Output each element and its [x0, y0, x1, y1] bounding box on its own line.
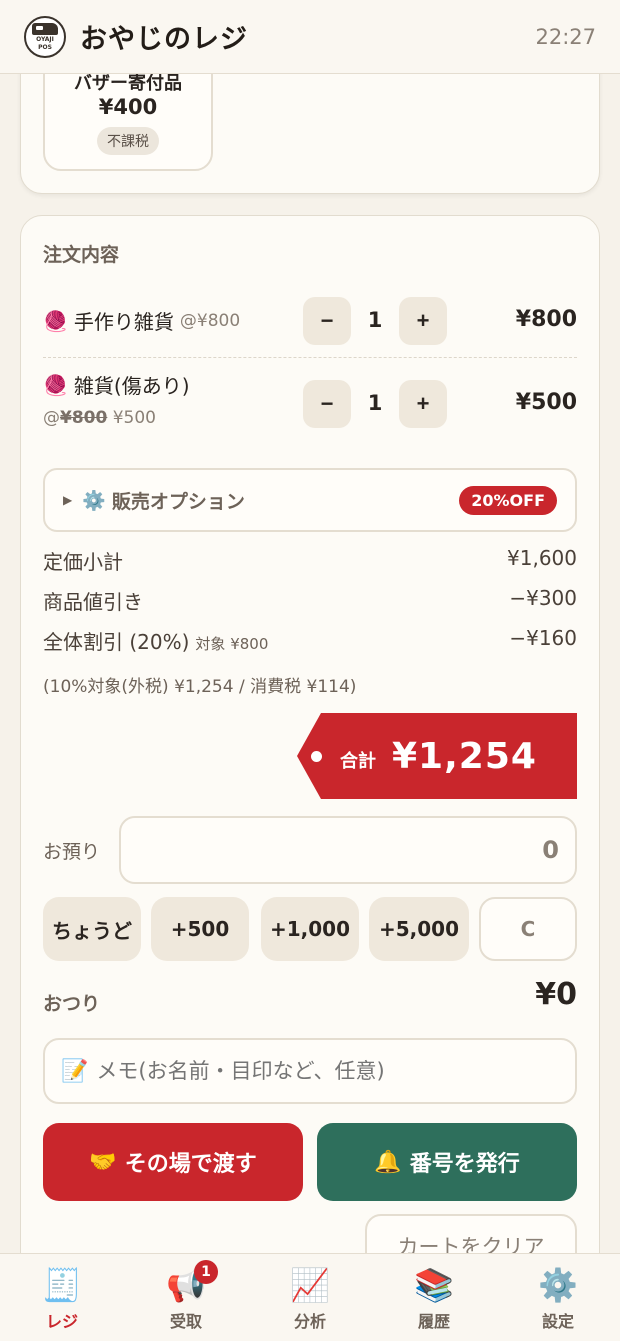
chart-icon: 📈: [290, 1266, 330, 1304]
item-unit-price: @¥800: [179, 310, 241, 331]
overall-discount-target: 対象 ¥800: [195, 635, 269, 653]
clear-deposit-button[interactable]: C: [479, 897, 577, 961]
overall-discount-value: −¥160: [509, 626, 577, 650]
add-5000-button[interactable]: +5,000: [369, 897, 469, 961]
list-subtotal-row: 定価小計 ¥1,600: [43, 546, 577, 575]
logo-text-1: OYAJI: [36, 35, 54, 43]
total-tag: 合計 ¥1,254: [297, 713, 577, 799]
list-subtotal-value: ¥1,600: [507, 546, 577, 570]
options-label: 販売オプション: [111, 490, 245, 513]
handshake-icon: 🤝: [89, 1149, 117, 1175]
pickup-count-badge: 1: [194, 1260, 218, 1284]
overall-discount-row: 全体割引 (20%) 対象 ¥800 −¥160: [43, 626, 577, 655]
item-line-total: ¥500: [515, 390, 577, 415]
unit-prefix: @: [43, 408, 60, 428]
nav-label: レジ: [45, 1312, 78, 1331]
change-label: おつり: [43, 993, 101, 1015]
bottom-nav: 🧾 レジ 📢 1 受取 📈 分析 📚 履歴 ⚙️ 設定: [0, 1253, 620, 1341]
memo-icon: 📝: [61, 1058, 89, 1084]
expand-triangle-icon: ▶: [63, 493, 73, 507]
nav-register[interactable]: 🧾 レジ: [0, 1254, 124, 1341]
app-header: OYAJI POS おやじのレジ 22:27: [0, 0, 620, 74]
app-logo: OYAJI POS: [24, 15, 66, 58]
order-item: 🧶 雑貨(傷あり) @¥800 ¥500 − 1 + ¥500: [43, 366, 577, 446]
item-qty: 1: [367, 391, 383, 415]
order-item: 🧶 手作り雑貨 @¥800 − 1 + ¥800: [43, 296, 577, 358]
change-value: ¥0: [535, 977, 577, 1012]
clock: 22:27: [535, 24, 596, 49]
nav-history[interactable]: 📚 履歴: [372, 1254, 496, 1341]
bell-icon: 🔔: [374, 1149, 402, 1175]
order-title: 注文内容: [43, 244, 120, 266]
memo-input[interactable]: [96, 1059, 557, 1083]
item-line-total: ¥800: [515, 307, 577, 332]
decrease-qty-button[interactable]: −: [303, 380, 351, 428]
memo-field[interactable]: 📝: [43, 1038, 577, 1104]
order-card: 注文内容 🧶 手作り雑貨 @¥800 − 1 + ¥800 🧶 雑貨(傷あり) …: [20, 215, 600, 1315]
increase-qty-button[interactable]: +: [399, 297, 447, 345]
gear-icon: ⚙️: [538, 1266, 578, 1304]
sales-options-toggle[interactable]: ▶ ⚙️ 販売オプション 20%OFF: [43, 468, 577, 532]
item-price-detail: @¥800 ¥500: [43, 408, 156, 428]
list-subtotal-label: 定価小計: [43, 550, 123, 574]
receipt-icon: 🧾: [42, 1266, 82, 1304]
nav-label: 受取: [169, 1312, 202, 1331]
add-1000-button[interactable]: +1,000: [261, 897, 359, 961]
item-name: 手作り雑貨: [73, 310, 174, 334]
item-info: 🧶 雑貨(傷あり): [43, 370, 190, 399]
product-price: ¥400: [98, 95, 158, 119]
handover-label: その場で渡す: [124, 1152, 257, 1177]
total-label: 合計: [340, 751, 376, 772]
nav-label: 履歴: [417, 1312, 450, 1331]
discount-badge: 20%OFF: [459, 485, 557, 515]
item-info: 🧶 手作り雑貨 @¥800: [43, 306, 240, 335]
nav-pickup[interactable]: 📢 1 受取: [124, 1254, 248, 1341]
exact-amount-button[interactable]: ちょうど: [43, 897, 141, 961]
original-price: ¥800: [60, 408, 108, 428]
gear-icon: ⚙️: [82, 489, 106, 512]
decrease-qty-button[interactable]: −: [303, 297, 351, 345]
deposit-label: お預り: [43, 841, 101, 863]
app-title: おやじのレジ: [80, 24, 248, 55]
issue-number-button[interactable]: 🔔 番号を発行: [317, 1123, 577, 1201]
item-name: 雑貨(傷あり): [73, 374, 190, 398]
nav-label: 設定: [541, 1312, 574, 1331]
tag-hole: [311, 750, 322, 762]
yarn-icon: 🧶: [43, 308, 68, 333]
nav-label: 分析: [293, 1312, 326, 1331]
books-icon: 📚: [414, 1266, 454, 1304]
overall-discount-label: 全体割引 (20%): [43, 630, 190, 654]
nav-analytics[interactable]: 📈 分析: [248, 1254, 372, 1341]
yarn-icon: 🧶: [43, 372, 68, 397]
issue-number-label: 番号を発行: [409, 1152, 520, 1177]
add-500-button[interactable]: +500: [151, 897, 249, 961]
tax-badge: 不課税: [97, 127, 159, 155]
deposit-input[interactable]: [119, 816, 577, 884]
total-value: ¥1,254: [392, 735, 537, 777]
item-unit-price: ¥500: [112, 408, 156, 428]
item-qty: 1: [367, 308, 383, 332]
handover-now-button[interactable]: 🤝 その場で渡す: [43, 1123, 303, 1201]
item-discount-label: 商品値引き: [43, 590, 143, 614]
logo-text-2: POS: [38, 43, 52, 51]
van-icon: [32, 22, 58, 35]
tax-breakdown: (10%対象(外税) ¥1,254 / 消費税 ¥114): [43, 677, 357, 697]
item-discount-row: 商品値引き −¥300: [43, 586, 577, 615]
nav-settings[interactable]: ⚙️ 設定: [496, 1254, 620, 1341]
item-discount-value: −¥300: [509, 586, 577, 610]
increase-qty-button[interactable]: +: [399, 380, 447, 428]
